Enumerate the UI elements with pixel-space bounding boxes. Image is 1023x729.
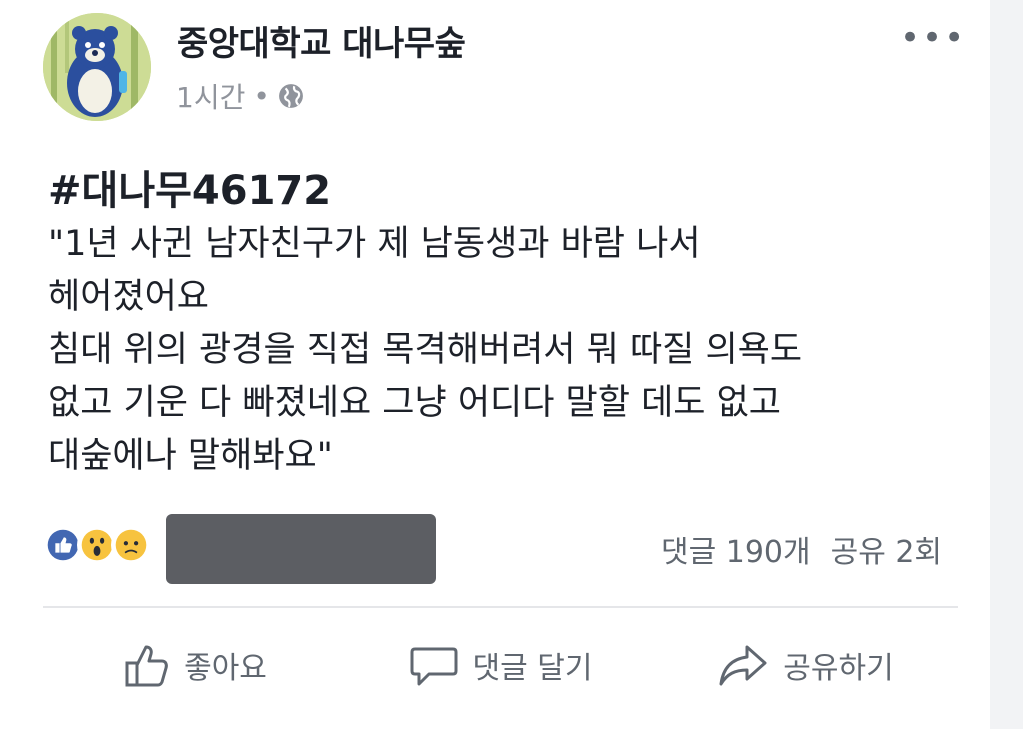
action-bar: 좋아요 댓글 달기 공유하기 <box>43 625 958 705</box>
page-background-strip <box>990 0 1023 729</box>
like-label: 좋아요 <box>184 651 267 686</box>
more-options-button[interactable]: ••• <box>900 18 966 58</box>
post-hashtag[interactable]: #대나무46172 <box>48 158 331 216</box>
post-body-line: 대숲에나 말해봐요" <box>48 436 333 476</box>
post-timestamp[interactable]: 1시간 <box>176 76 245 116</box>
page-name[interactable]: 중앙대학교 대나무숲 <box>177 16 466 65</box>
share-label: 공유하기 <box>783 651 894 686</box>
post-body-line: 헤어졌어요 <box>48 277 210 317</box>
action-divider <box>43 606 958 608</box>
globe-icon[interactable] <box>278 83 304 109</box>
post-meta: 1시간 • <box>176 76 304 116</box>
engagement-counts: 댓글 190개 공유 2회 <box>661 527 942 571</box>
comment-button[interactable]: 댓글 달기 <box>348 625 653 705</box>
share-button[interactable]: 공유하기 <box>653 625 958 705</box>
post-body-line: 없고 기운 다 빠졌네요 그냥 어디다 말할 데도 없고 <box>48 383 782 423</box>
sad-icon <box>111 525 151 565</box>
share-arrow-icon <box>719 645 767 686</box>
thumbs-up-icon <box>125 645 168 687</box>
post-body: "1년 사귄 남자친구가 제 남동생과 바람 나서 헤어졌어요 침대 위의 광경… <box>48 218 948 483</box>
avatar-bear-illustration <box>43 13 151 121</box>
reaction-summary[interactable] <box>43 525 151 565</box>
comment-count[interactable]: 댓글 190개 <box>661 527 811 571</box>
facebook-post-card: 중앙대학교 대나무숲 1시간 • ••• #대나무46172 "1년 사귄 남자… <box>0 0 990 729</box>
post-body-line: 침대 위의 광경을 직접 목격해버려서 뭐 따질 의욕도 <box>48 330 803 370</box>
post-body-line: "1년 사귄 남자친구가 제 남동생과 바람 나서 <box>48 224 701 264</box>
comment-label: 댓글 달기 <box>472 651 593 686</box>
page-avatar[interactable] <box>43 13 151 121</box>
redacted-reaction-names <box>166 514 436 584</box>
meta-separator: • <box>253 79 270 113</box>
like-button[interactable]: 좋아요 <box>43 625 348 705</box>
share-count[interactable]: 공유 2회 <box>831 527 942 571</box>
comment-bubble-icon <box>410 647 458 686</box>
